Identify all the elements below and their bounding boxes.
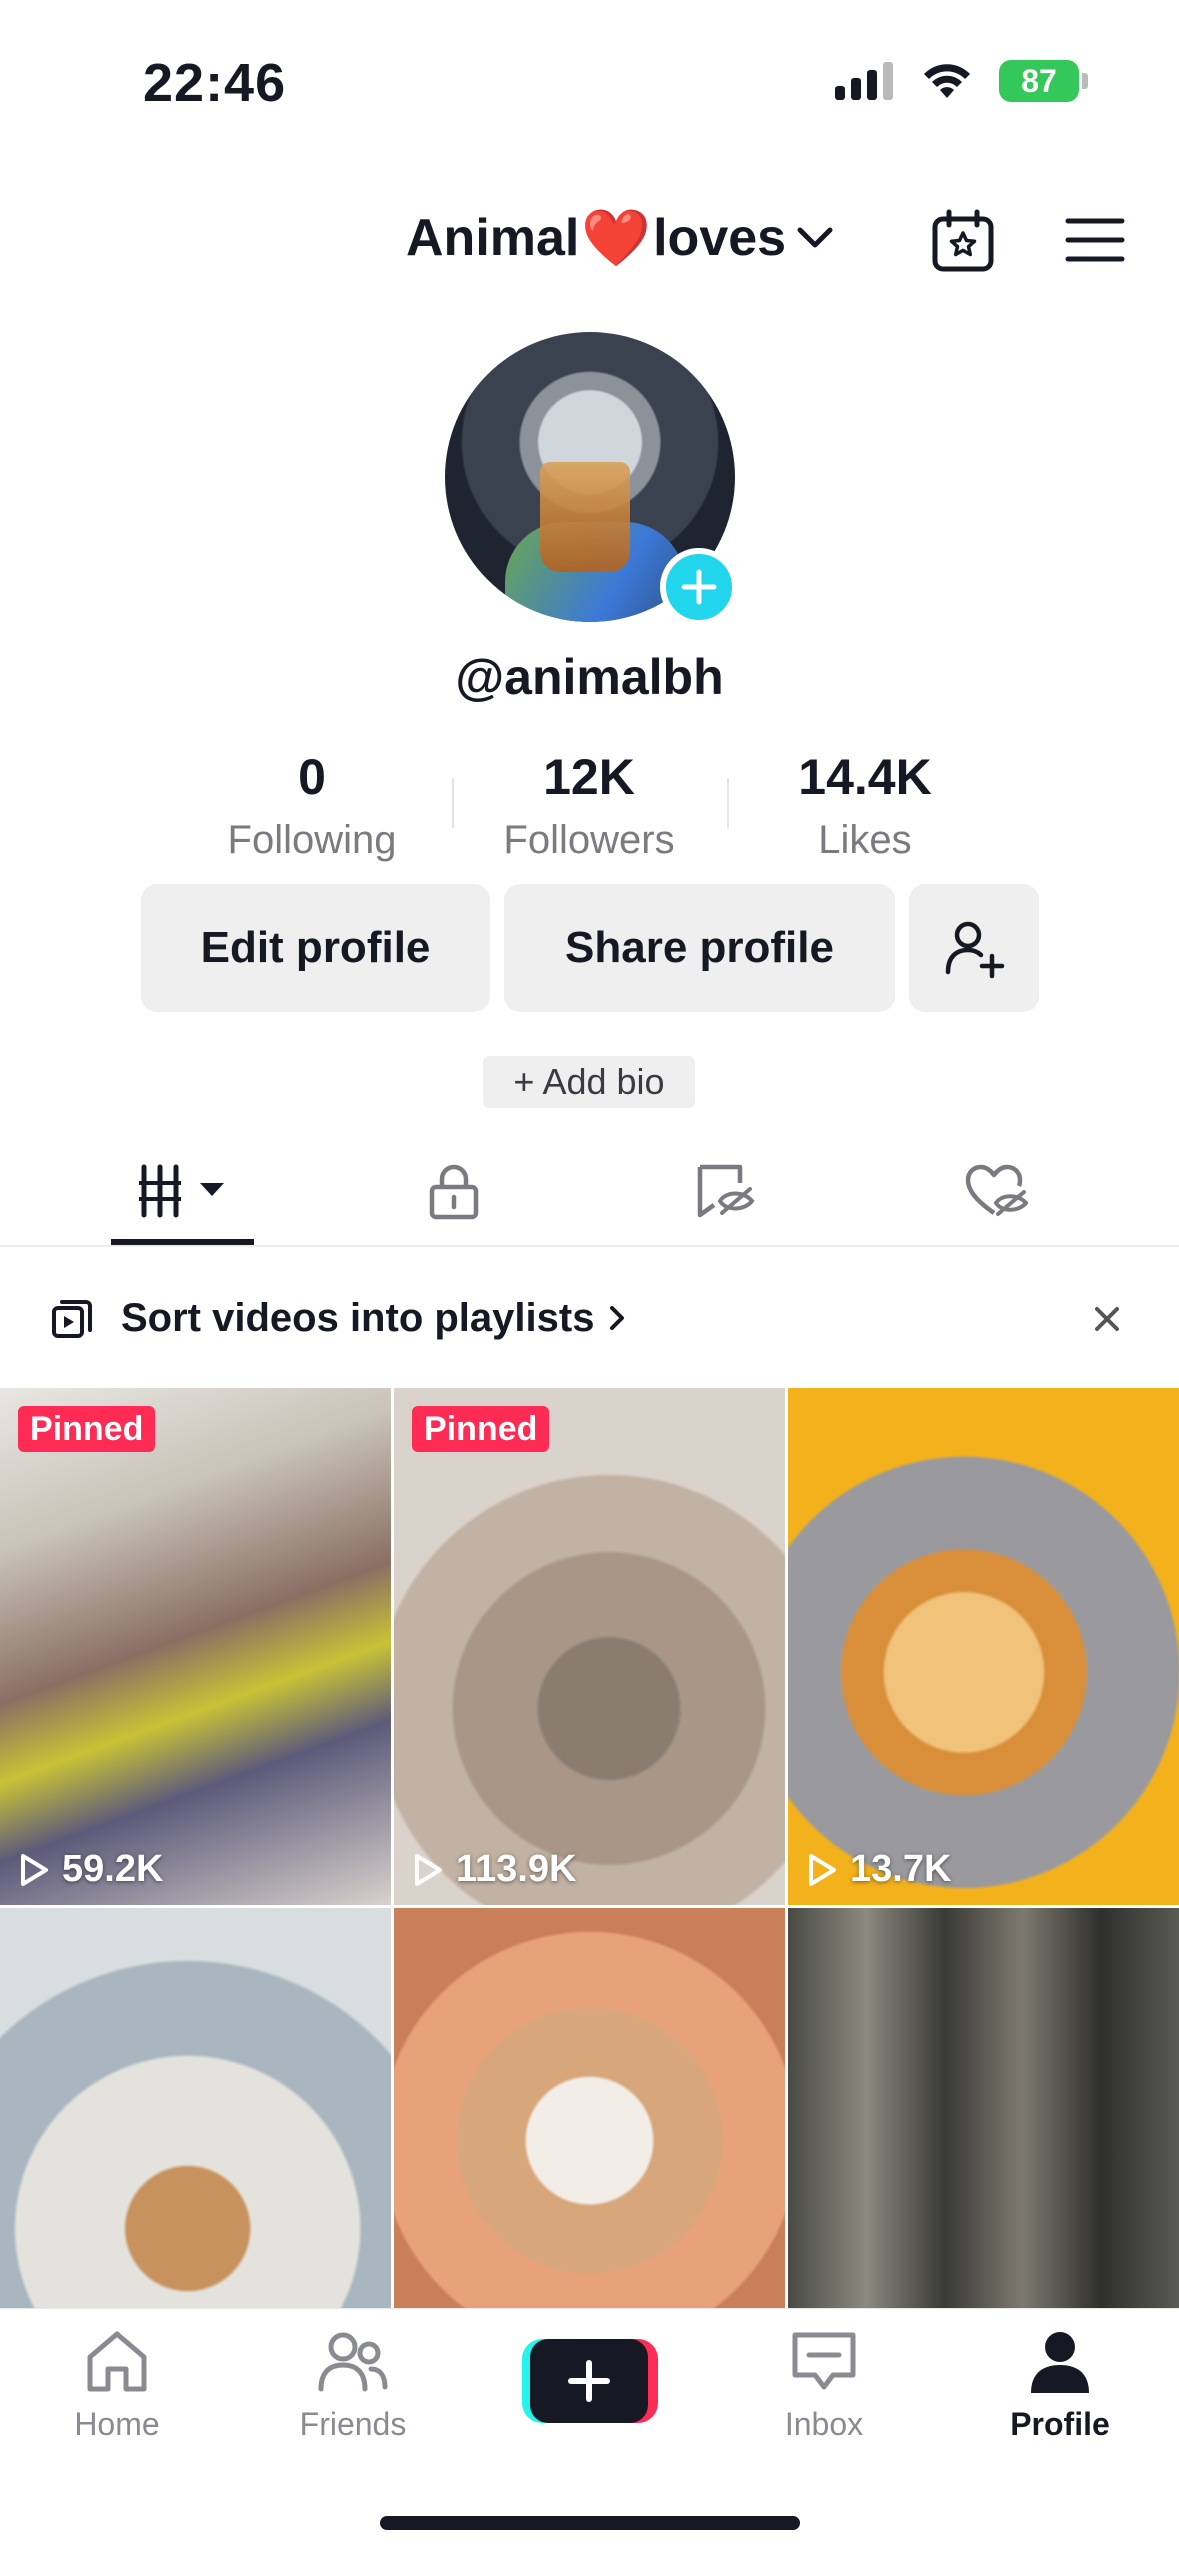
playlist-banner-link[interactable]: Sort videos into playlists [121,1296,626,1341]
pinned-badge: Pinned [412,1406,550,1452]
tab-reposts[interactable] [675,1135,775,1247]
cellular-signal-icon [835,62,893,100]
playlist-icon [52,1300,92,1338]
wifi-icon [924,64,970,98]
username: @animalbh [455,649,724,705]
calendar-star-icon [932,209,994,272]
video-thumbnail[interactable] [788,1908,1179,2308]
nav-home[interactable]: Home [17,2329,217,2443]
video-thumbnail[interactable]: Pinned 113.9K [394,1388,785,1905]
stat-likes[interactable]: 14.4K Likes [735,748,995,863]
add-user-icon [945,921,1005,979]
video-thumbnail[interactable]: 13.7K [788,1388,1179,1905]
inbox-icon [792,2332,856,2390]
account-name-part2: loves [653,209,787,267]
following-label: Following [227,818,397,862]
add-friend-button[interactable] [909,884,1039,1012]
create-button[interactable] [522,2339,658,2423]
profile-tabs [0,1135,1179,1247]
account-name-part1: Animal [406,209,580,267]
view-count-text: 59.2K [62,1848,164,1890]
add-avatar-button[interactable] [660,548,738,626]
pinned-badge: Pinned [18,1406,156,1452]
add-bio-button[interactable]: + Add bio [483,1056,695,1108]
creator-calendar-button[interactable] [928,208,998,274]
hidden-bookmark-icon [697,1164,755,1218]
followers-label: Followers [503,818,675,862]
nav-home-label: Home [74,2406,160,2442]
friends-icon [318,2332,388,2392]
video-thumbnail[interactable] [0,1908,391,2308]
video-thumbnail[interactable] [394,1908,785,2308]
home-icon [87,2331,147,2392]
status-time: 22:46 [143,53,287,113]
plus-icon [568,2360,610,2402]
status-icons: 87 [835,60,1088,102]
likes-count: 14.4K [798,749,932,805]
share-profile-button[interactable]: Share profile [504,884,895,1012]
playlist-banner[interactable]: Sort videos into playlists [0,1248,1179,1388]
battery-indicator: 87 [999,60,1088,102]
view-count: 59.2K [18,1848,163,1891]
profile-stats: 0 Following 12K Followers 14.4K Likes [0,748,1179,868]
play-icon [21,1853,48,1886]
following-count: 0 [298,749,326,805]
nav-friends-label: Friends [299,2406,407,2442]
lock-icon [429,1164,479,1220]
status-bar: 22:46 87 [0,0,1179,170]
nav-profile-label: Profile [1010,2406,1110,2442]
tab-videos[interactable] [111,1135,254,1247]
view-count-text: 113.9K [456,1848,577,1890]
nav-inbox[interactable]: Inbox [724,2329,924,2443]
stat-divider [727,778,729,828]
chevron-down-icon [797,227,833,248]
account-switcher[interactable]: Animal ❤️ loves [406,205,834,271]
tab-liked[interactable] [946,1135,1046,1247]
video-grid: Pinned 59.2K Pinned 113.9K 13.7K [0,1388,1179,2308]
playlist-banner-text: Sort videos into playlists [121,1295,595,1340]
view-count: 13.7K [806,1848,951,1891]
view-count: 113.9K [412,1848,576,1891]
stat-followers[interactable]: 12K Followers [459,748,719,863]
create-button-body [530,2339,648,2423]
nav-inbox-label: Inbox [784,2406,864,2442]
close-icon[interactable] [1094,1306,1120,1332]
video-thumbnail[interactable]: Pinned 59.2K [0,1388,391,1905]
view-count-text: 13.7K [850,1848,952,1890]
hidden-heart-icon [965,1164,1028,1216]
battery-level: 87 [1021,62,1057,99]
profile-icon [1031,2332,1089,2393]
home-indicator [380,2516,800,2530]
play-icon [415,1853,442,1886]
chevron-right-icon [610,1306,625,1330]
heart-emoji: ❤️ [581,206,652,269]
stat-divider [452,778,454,828]
active-tab-indicator [111,1239,254,1245]
play-icon [809,1853,836,1886]
tab-private[interactable] [404,1135,504,1247]
avatar-cup-shape [540,462,630,572]
followers-count: 12K [543,749,635,805]
stat-following[interactable]: 0 Following [182,748,442,863]
nav-profile[interactable]: Profile [960,2329,1160,2443]
plus-icon [681,569,717,605]
nav-friends[interactable]: Friends [253,2329,453,2443]
menu-button[interactable] [1064,212,1126,268]
hamburger-menu-icon [1065,218,1125,262]
edit-profile-button[interactable]: Edit profile [141,884,490,1012]
likes-label: Likes [818,818,912,862]
video-grid-icon [138,1164,224,1218]
